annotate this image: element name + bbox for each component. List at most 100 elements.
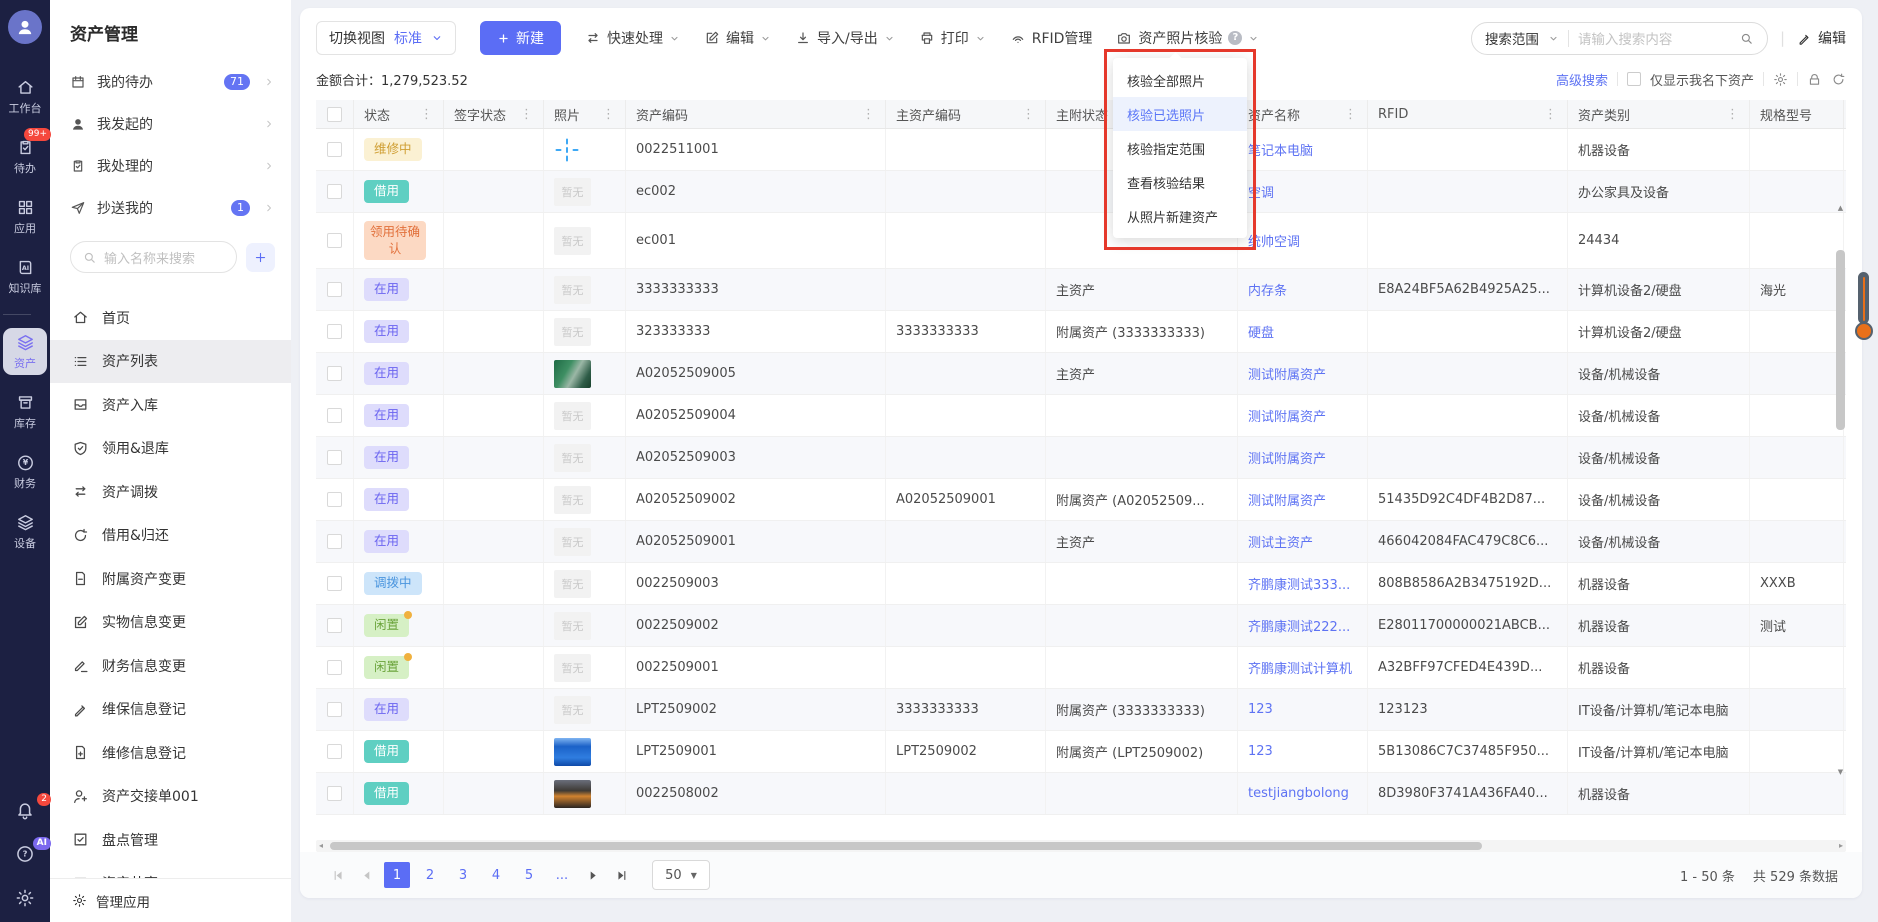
- cell-name[interactable]: 测试附属资产: [1238, 479, 1368, 520]
- rail-item-库存[interactable]: 库存: [3, 388, 47, 435]
- column-menu-icon[interactable]: ⋮: [602, 107, 615, 122]
- column-header-status[interactable]: 状态⋮: [354, 100, 444, 128]
- sidebar-item-资产入库[interactable]: 资产入库: [50, 383, 291, 427]
- rail-item-设备[interactable]: 设备: [3, 508, 47, 555]
- table-row[interactable]: 领用待确认暂无ec001统帅空调24434: [316, 213, 1846, 269]
- sidebar-item-资产调拨[interactable]: 资产调拨: [50, 470, 291, 514]
- last-page-button[interactable]: [611, 864, 633, 886]
- scroll-down-arrow[interactable]: ▼: [1835, 768, 1846, 776]
- only-mine-checkbox[interactable]: [1627, 72, 1641, 86]
- select-all-checkbox[interactable]: [327, 107, 342, 122]
- scroll-left-arrow[interactable]: ◂: [319, 840, 323, 852]
- column-menu-icon[interactable]: ⋮: [420, 107, 433, 122]
- row-checkbox[interactable]: [327, 324, 342, 339]
- table-row[interactable]: 借用暂无ec002空调办公家具及设备: [316, 171, 1846, 213]
- rail-item-资产[interactable]: 资产: [3, 328, 47, 375]
- help-icon[interactable]: ?: [1228, 31, 1242, 45]
- rail-item-应用[interactable]: 应用: [3, 193, 47, 240]
- row-checkbox[interactable]: [327, 492, 342, 507]
- scroll-right-arrow[interactable]: ▸: [1839, 840, 1843, 852]
- dropdown-item-查看核验结果[interactable]: 查看核验结果: [1113, 165, 1247, 199]
- table-row[interactable]: 在用暂无A02052509004测试附属资产设备/机械设备: [316, 395, 1846, 437]
- table-row[interactable]: 在用暂无A02052509001主资产测试主资产466042084FAC479C…: [316, 521, 1846, 563]
- row-checkbox[interactable]: [327, 576, 342, 591]
- scroll-up-arrow[interactable]: ▲: [1835, 204, 1846, 212]
- row-checkbox[interactable]: [327, 408, 342, 423]
- thermometer-extension-icon[interactable]: [1855, 272, 1873, 340]
- table-row[interactable]: 闲置暂无0022509001齐鹏康测试计算机A32BFF97CFED4E439D…: [316, 647, 1846, 689]
- cell-name[interactable]: 测试附属资产: [1238, 437, 1368, 478]
- page-button-5[interactable]: 5: [516, 862, 542, 888]
- global-search[interactable]: 搜索范围 请输入搜索内容: [1471, 22, 1768, 55]
- table-row[interactable]: 调拨中暂无0022509003齐鹏康测试333...808B8586A2B347…: [316, 563, 1846, 605]
- asset-photo-thumbnail[interactable]: [554, 738, 591, 766]
- row-checkbox[interactable]: [327, 184, 342, 199]
- search-icon[interactable]: [1739, 31, 1754, 46]
- column-menu-icon[interactable]: ⋮: [1344, 107, 1357, 122]
- cell-name[interactable]: 内存条: [1238, 269, 1368, 310]
- table-row[interactable]: 闲置暂无0022509002齐鹏康测试222...E28011700000021…: [316, 605, 1846, 647]
- rail-item-财务[interactable]: ¥财务: [3, 448, 47, 495]
- sidebar-item-财务信息变更[interactable]: 财务信息变更: [50, 644, 291, 688]
- switch-view-select[interactable]: 切换视图 标准: [316, 21, 456, 55]
- sidebar-item-维修信息登记[interactable]: 维修信息登记: [50, 731, 291, 775]
- cell-name[interactable]: 测试主资产: [1238, 521, 1368, 562]
- cell-name[interactable]: 统帅空调: [1238, 213, 1368, 268]
- gear-icon[interactable]: [1773, 72, 1788, 87]
- page-button-2[interactable]: 2: [417, 862, 443, 888]
- table-row[interactable]: 在用A02052509005主资产测试附属资产设备/机械设备: [316, 353, 1846, 395]
- toolbar-button-编辑[interactable]: 编辑: [704, 28, 771, 48]
- cell-name[interactable]: 123: [1238, 731, 1368, 772]
- first-page-button[interactable]: [326, 864, 348, 886]
- row-checkbox[interactable]: [327, 618, 342, 633]
- add-button[interactable]: [246, 243, 275, 272]
- column-header-category[interactable]: 资产类别⋮: [1568, 100, 1750, 128]
- sidebar-quick-我的待办[interactable]: 我的待办71: [50, 61, 291, 103]
- column-header-sign[interactable]: 签字状态⋮: [444, 100, 544, 128]
- sidebar-item-资产交接单001[interactable]: 资产交接单001: [50, 775, 291, 819]
- cell-name[interactable]: 齐鹏康测试333...: [1238, 563, 1368, 604]
- row-checkbox[interactable]: [327, 282, 342, 297]
- manage-app-button[interactable]: 管理应用: [50, 878, 291, 922]
- dropdown-item-核验指定范围[interactable]: 核验指定范围: [1113, 131, 1247, 165]
- sidebar-item-领用&退库[interactable]: 领用&退库: [50, 427, 291, 471]
- row-checkbox[interactable]: [327, 786, 342, 801]
- column-header-code[interactable]: 资产编码⋮: [626, 100, 886, 128]
- cell-name[interactable]: 硬盘: [1238, 311, 1368, 352]
- row-checkbox[interactable]: [327, 744, 342, 759]
- column-menu-icon[interactable]: ⋮: [1544, 107, 1557, 122]
- table-row[interactable]: 在用暂无LPT25090023333333333附属资产 (3333333333…: [316, 689, 1846, 731]
- cell-name[interactable]: 齐鹏康测试计算机: [1238, 647, 1368, 688]
- cell-name[interactable]: 测试附属资产: [1238, 353, 1368, 394]
- row-checkbox[interactable]: [327, 702, 342, 717]
- sidebar-item-维保信息登记[interactable]: 维保信息登记: [50, 688, 291, 732]
- horizontal-scroll-thumb[interactable]: [330, 842, 1482, 850]
- sidebar-quick-我发起的[interactable]: 我发起的: [50, 103, 291, 145]
- table-row[interactable]: 借用0022508002testjiangbolong8D3980F3741A4…: [316, 773, 1846, 815]
- column-menu-icon[interactable]: ⋮: [520, 107, 533, 122]
- new-button[interactable]: 新建: [480, 21, 561, 55]
- column-menu-icon[interactable]: ⋮: [862, 107, 875, 122]
- page-button-1[interactable]: 1: [384, 862, 410, 888]
- column-header-name[interactable]: 资产名称⋮: [1238, 100, 1368, 128]
- cell-name[interactable]: 空调: [1238, 171, 1368, 212]
- sidebar-item-资产共享[interactable]: 资产共享: [50, 862, 291, 879]
- question-button[interactable]: ?AI: [3, 842, 47, 866]
- page-size-select[interactable]: 50 ▼: [652, 860, 710, 890]
- table-row[interactable]: 在用暂无A02052509003测试附属资产设备/机械设备: [316, 437, 1846, 479]
- row-checkbox[interactable]: [327, 366, 342, 381]
- dropdown-item-核验全部照片[interactable]: 核验全部照片: [1113, 63, 1247, 97]
- dropdown-item-核验已选照片[interactable]: 核验已选照片: [1113, 97, 1247, 131]
- sidebar-item-盘点管理[interactable]: 盘点管理: [50, 818, 291, 862]
- toolbar-button-快速处理[interactable]: 快速处理: [585, 28, 680, 48]
- sidebar-item-资产列表[interactable]: 资产列表: [50, 340, 291, 384]
- page-button-...[interactable]: ...: [549, 862, 575, 888]
- table-row[interactable]: 在用暂无A02052509002A02052509001附属资产 (A02052…: [316, 479, 1846, 521]
- sidebar-quick-抄送我的[interactable]: 抄送我的1: [50, 187, 291, 229]
- rail-item-知识库[interactable]: AI知识库: [3, 253, 47, 300]
- sidebar-quick-我处理的[interactable]: 我处理的: [50, 145, 291, 187]
- row-checkbox[interactable]: [327, 142, 342, 157]
- row-checkbox[interactable]: [327, 450, 342, 465]
- refresh-icon[interactable]: [1831, 72, 1846, 87]
- table-row[interactable]: 维修中0022511001笔记本电脑机器设备: [316, 129, 1846, 171]
